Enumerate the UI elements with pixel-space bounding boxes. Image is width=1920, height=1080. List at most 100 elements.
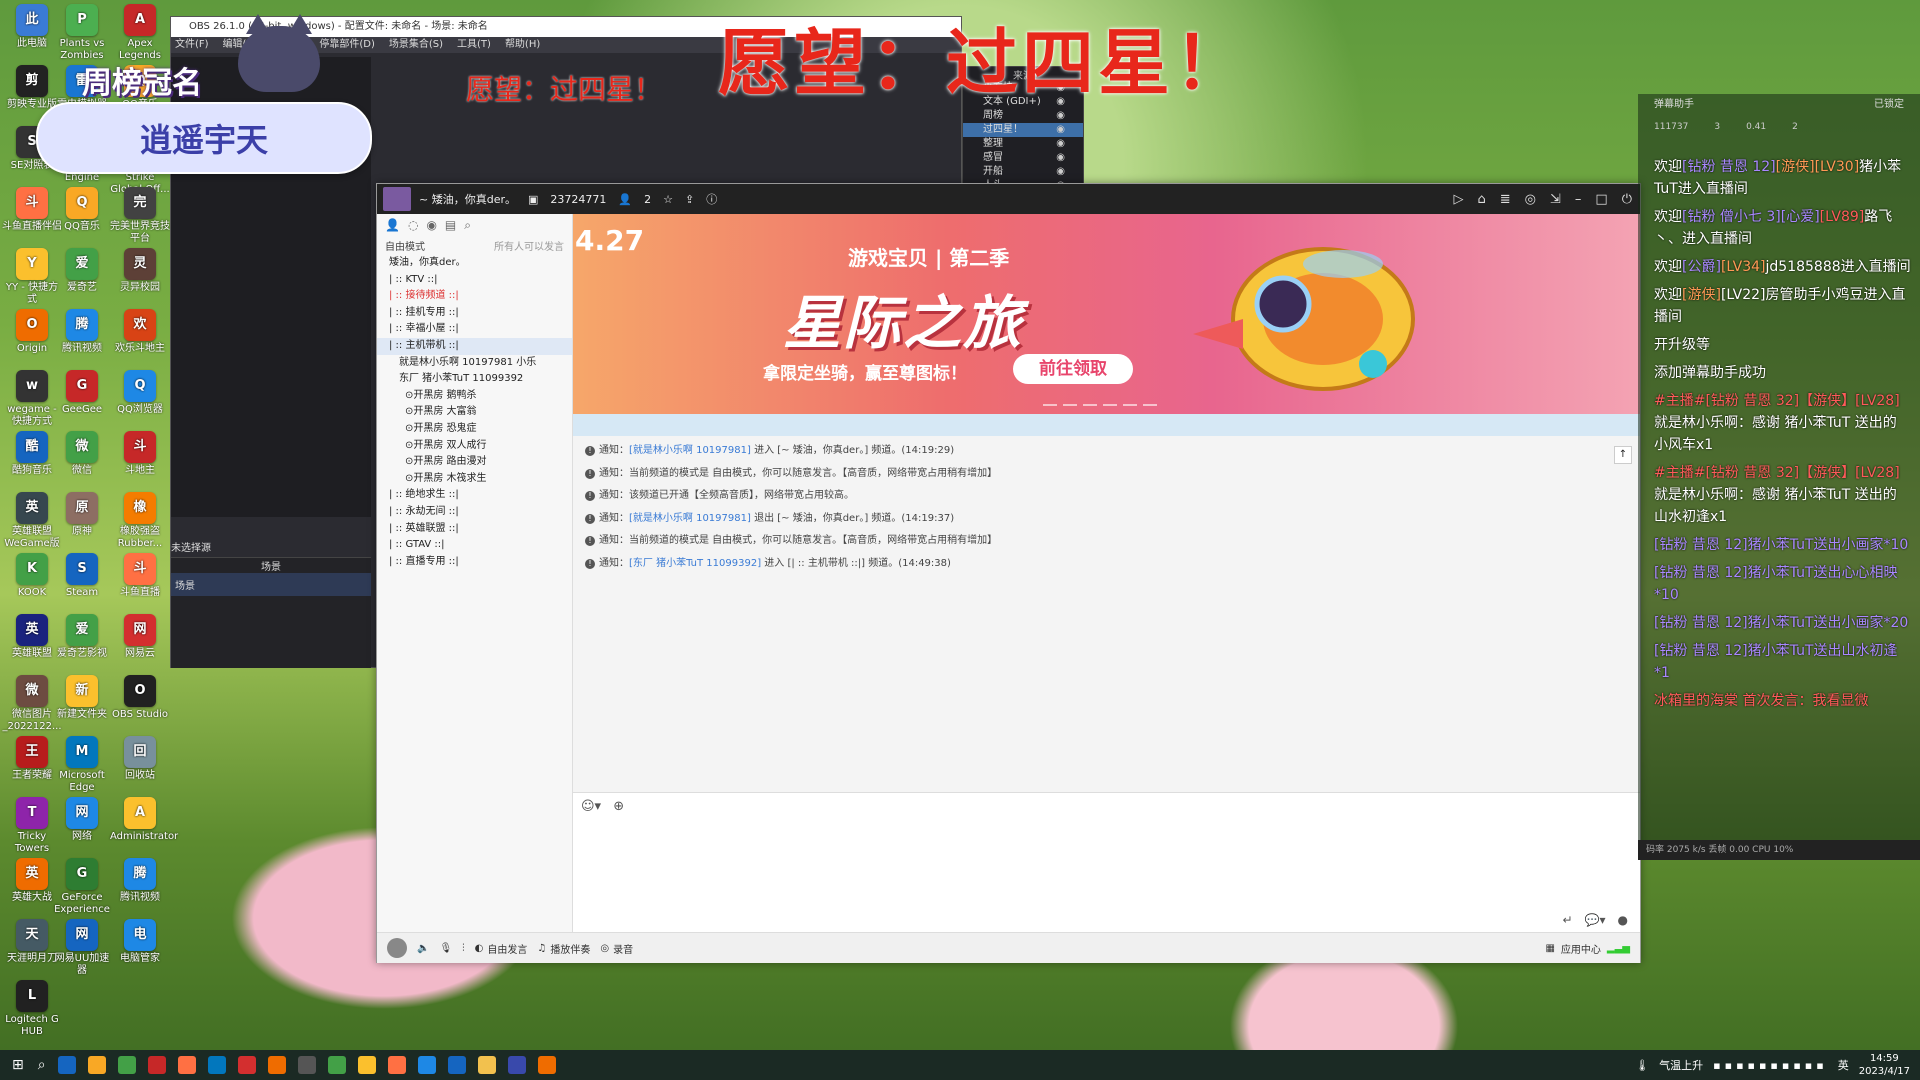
- channel-item[interactable]: ⊙开黑房 鹅鸭杀: [377, 388, 572, 405]
- chat-icon[interactable]: ◌: [408, 218, 418, 232]
- desktop-icon[interactable]: 网网络: [52, 797, 112, 843]
- message-user-link[interactable]: [就是林小乐啊 10197981]: [629, 445, 751, 456]
- eye-icon[interactable]: ◉: [1056, 109, 1065, 123]
- obs-menu-item[interactable]: 场景集合(S): [389, 39, 443, 50]
- desktop-icon[interactable]: A Apex Legends: [110, 4, 170, 62]
- desktop-icon[interactable]: 新新建文件夹: [52, 675, 112, 721]
- channel-item[interactable]: | :: 幸福小屋 ::|: [377, 321, 572, 338]
- obs-source-item[interactable]: 感冒 ◉: [963, 151, 1083, 165]
- channel-item[interactable]: | :: 绝地求生 ::|: [377, 487, 572, 504]
- channel-item[interactable]: ⊙开黑房 路由漫对: [377, 454, 572, 471]
- weather-label[interactable]: 气温上升: [1659, 1057, 1703, 1073]
- weather-icon[interactable]: 🌡: [1635, 1059, 1649, 1072]
- banner-cta-button[interactable]: 前往领取: [1013, 354, 1133, 384]
- message-user-link[interactable]: [东厂 猪小苯TuT 11099392]: [629, 558, 761, 569]
- desktop-icon[interactable]: A Administrator: [110, 797, 178, 843]
- channel-item[interactable]: ⊙开黑房 恐鬼症: [377, 421, 572, 438]
- power-icon[interactable]: ⏻: [1622, 192, 1632, 207]
- desktop-icon[interactable]: 腾腾讯视频: [52, 309, 112, 355]
- eye-icon[interactable]: ◉: [1056, 123, 1065, 137]
- location-icon[interactable]: ◉: [426, 218, 436, 232]
- clock[interactable]: 14:59 2023/4/17: [1859, 1052, 1910, 1078]
- self-avatar[interactable]: [387, 938, 407, 958]
- desktop-icon[interactable]: Q QQ音乐: [52, 187, 112, 233]
- eye-icon[interactable]: ◉: [1056, 137, 1065, 151]
- user-icon[interactable]: 👤: [385, 218, 400, 232]
- desktop-icon[interactable]: 斗斗地主: [110, 431, 170, 477]
- obs-source-item[interactable]: 整理 ◉: [963, 137, 1083, 151]
- mixer-icon[interactable]: ⫶: [462, 943, 465, 954]
- tray-icons[interactable]: ▪▪▪▪▪▪▪▪▪▪: [1713, 1059, 1828, 1072]
- gamepad-icon[interactable]: ◎: [1525, 192, 1536, 207]
- favorite-star-icon[interactable]: ☆: [663, 193, 673, 206]
- taskbar-app-icon[interactable]: [357, 1056, 376, 1074]
- taskbar-app-icon[interactable]: [207, 1056, 226, 1074]
- search-icon[interactable]: ⌕: [464, 218, 471, 233]
- promo-banner[interactable]: 4.27 游戏宝贝 | 第二季 星际之旅 拿限定坐骑，赢至尊图标！ 前往领取: [573, 214, 1640, 414]
- desktop-icon[interactable]: 电电脑管家: [110, 919, 170, 965]
- taskbar-app-icon[interactable]: [267, 1056, 286, 1074]
- bookmark-icon[interactable]: ▤: [445, 218, 456, 232]
- home-icon[interactable]: ⌂: [1477, 192, 1485, 207]
- desktop-icon[interactable]: P Plants vs Zombies: [52, 4, 112, 62]
- voice-client-window[interactable]: ~ 矮油，你真der。 ▣ 23724771 👤 2 ☆ ⇪ ⓘ ▷ ⌂ ≣ ◎…: [376, 183, 1641, 963]
- user-item[interactable]: 就是林小乐啊 10197981 小乐: [377, 355, 572, 372]
- obs-menu-item[interactable]: 文件(F): [175, 39, 209, 50]
- obs-scene-item[interactable]: 场景: [171, 573, 371, 596]
- taskbar-app-icon[interactable]: [387, 1056, 406, 1074]
- video-icon[interactable]: ▷: [1453, 192, 1463, 207]
- channel-item[interactable]: | :: 接待频道 ::|: [377, 288, 572, 305]
- taskbar-app-icon[interactable]: [507, 1056, 526, 1074]
- channel-item[interactable]: 矮油，你真der。: [377, 255, 572, 272]
- emoji-icon[interactable]: ☺▾: [581, 799, 601, 814]
- desktop-icon[interactable]: L Logitech G HUB: [2, 980, 62, 1038]
- ime-indicator[interactable]: 英: [1838, 1057, 1849, 1073]
- channel-item[interactable]: | :: 挂机专用 ::|: [377, 305, 572, 322]
- taskbar-app-icon[interactable]: [477, 1056, 496, 1074]
- desktop-icon[interactable]: 网网易云: [110, 614, 170, 660]
- taskbar-search-icon[interactable]: ⌕: [38, 1057, 46, 1073]
- screenshot-icon[interactable]: ⊕: [613, 799, 624, 814]
- obs-source-item[interactable]: 过四星！ ◉: [963, 123, 1083, 137]
- accompany-button[interactable]: ♫ 播放伴奏: [537, 941, 590, 956]
- channel-item[interactable]: ⊙开黑房 大富翁: [377, 404, 572, 421]
- taskbar-app-icon[interactable]: [57, 1056, 76, 1074]
- enter-icon[interactable]: ↵: [1562, 913, 1572, 927]
- taskbar-app-icon[interactable]: [417, 1056, 436, 1074]
- minimize-icon[interactable]: –: [1575, 192, 1582, 207]
- desktop-icon[interactable]: 爱爱奇艺影视: [52, 614, 112, 660]
- taskbar-app-icon[interactable]: [297, 1056, 316, 1074]
- desktop-icon[interactable]: 原原神: [52, 492, 112, 538]
- record-button[interactable]: ◎ 录音: [600, 941, 633, 956]
- desktop-icon[interactable]: M Microsoft Edge: [52, 736, 112, 794]
- obs-menu-item[interactable]: 帮助(H): [505, 39, 540, 50]
- desktop-icon[interactable]: 灵灵异校园: [110, 248, 170, 294]
- taskbar-app-icon[interactable]: [117, 1056, 136, 1074]
- danmu-assistant-panel[interactable]: 弹幕助手 已锁定 111737 3 0.41 2 欢迎[钻粉 昔恩 12][游侠][L…: [1638, 94, 1920, 860]
- channel-item[interactable]: | :: KTV ::|: [377, 272, 572, 289]
- banner-carousel-dots[interactable]: [1043, 404, 1157, 406]
- channel-avatar[interactable]: [383, 187, 411, 211]
- desktop-icon[interactable]: 回回收站: [110, 736, 170, 782]
- taskbar-app-icon[interactable]: [177, 1056, 196, 1074]
- desktop-icon[interactable]: 网网易UU加速器: [52, 919, 112, 977]
- speaker-icon[interactable]: 🔈: [417, 943, 429, 954]
- maximize-icon[interactable]: □: [1595, 192, 1607, 207]
- obs-menu-item[interactable]: 工具(T): [457, 39, 491, 50]
- desktop-icon[interactable]: Q QQ浏览器: [110, 370, 170, 416]
- taskbar-app-icon[interactable]: [447, 1056, 466, 1074]
- share-icon[interactable]: ⇪: [685, 193, 694, 206]
- danmu-lock-status[interactable]: 已锁定: [1874, 94, 1904, 116]
- chat-input-area[interactable]: ☺▾ ⊕ ↵ 💬▾ ●: [573, 792, 1640, 933]
- user-item[interactable]: 东厂 猪小苯TuT 11099392: [377, 371, 572, 388]
- info-icon[interactable]: ⓘ: [706, 191, 717, 207]
- mic-status-icon[interactable]: ●: [1618, 913, 1628, 927]
- desktop-icon[interactable]: O OBS Studio: [110, 675, 170, 721]
- desktop-icon[interactable]: 爱爱奇艺: [52, 248, 112, 294]
- obs-source-item[interactable]: 开船 ◉: [963, 165, 1083, 179]
- scroll-top-button[interactable]: ↑: [1614, 446, 1632, 464]
- channel-item[interactable]: | :: 主机带机 ::|: [377, 337, 572, 355]
- collapse-icon[interactable]: ⇲: [1550, 192, 1561, 207]
- start-icon[interactable]: ⊞: [12, 1057, 24, 1073]
- taskbar-app-icon[interactable]: [87, 1056, 106, 1074]
